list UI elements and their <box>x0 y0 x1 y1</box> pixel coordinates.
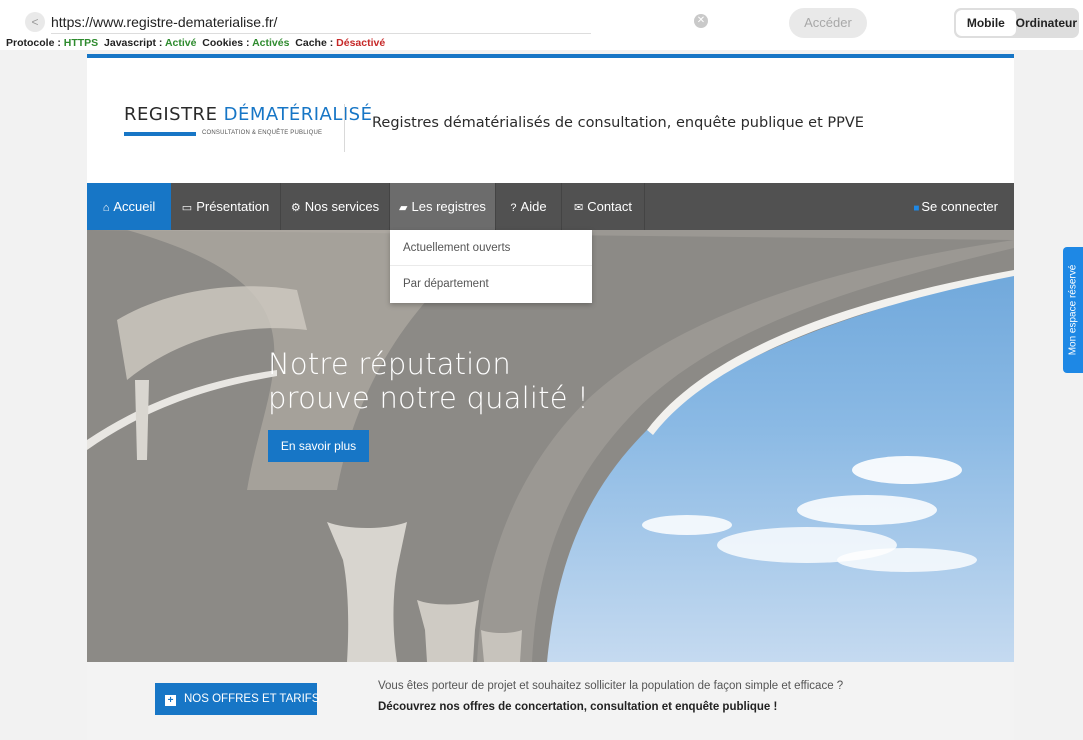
logo-text: REGISTRE DÉMATÉRIALISÉ <box>124 104 372 125</box>
dropdown-item-departement[interactable]: Par département <box>390 266 592 302</box>
header-divider <box>344 104 345 152</box>
login-link[interactable]: ■ Se connecter <box>913 183 998 230</box>
nav-item-contact[interactable]: ✉ Contact <box>562 183 645 230</box>
nav-item-accueil[interactable]: ⌂ Accueil <box>87 183 171 230</box>
home-icon: ⌂ <box>102 202 110 214</box>
nav-item-registres[interactable]: ▰ Les registres <box>390 183 496 230</box>
offers-band: + NOS OFFRES ET TARIFS Vous êtes porteur … <box>87 662 1014 740</box>
book-icon: ▰ <box>399 202 408 214</box>
hero-title-line1: Notre réputation <box>268 347 511 381</box>
offers-question: Vous êtes porteur de projet et souhaitez… <box>378 680 844 692</box>
nav-item-label: Présentation <box>196 199 270 214</box>
reserved-space-label: Mon espace réservé <box>1067 264 1079 356</box>
nav-item-label: Accueil <box>113 199 156 214</box>
go-button[interactable]: Accéder <box>789 8 867 38</box>
cookies-value: Activés <box>252 37 290 49</box>
offers-button[interactable]: + NOS OFFRES ET TARIFS <box>155 683 320 715</box>
browser-toolbar: < https://www.registre-dematerialise.fr/… <box>0 0 1083 50</box>
nav-item-label: Les registres <box>411 199 486 214</box>
chevron-left-icon: < <box>31 15 39 29</box>
site-title: Registres dématérialisés de consultation… <box>372 115 864 131</box>
close-icon: ✕ <box>696 15 706 26</box>
mode-desktop-button[interactable]: Ordinateur <box>1016 10 1077 36</box>
protocol-value: HTTPS <box>63 37 99 49</box>
offers-tagline: Découvrez nos offres de concertation, co… <box>378 701 778 713</box>
javascript-value: Activé <box>164 37 197 49</box>
registres-dropdown-menu: Actuellement ouverts Par département <box>390 230 592 303</box>
lock-icon: ■ <box>913 203 920 214</box>
clear-url-button[interactable]: ✕ <box>694 14 708 28</box>
monitor-icon: ▭ <box>181 202 193 214</box>
learn-more-button[interactable]: En savoir plus <box>268 430 369 462</box>
status-line: Protocole : HTTPS Javascript : Activé Co… <box>6 37 385 49</box>
url-underline <box>51 33 591 34</box>
back-button[interactable]: < <box>25 12 45 32</box>
top-accent-bar <box>87 54 1014 58</box>
nav-item-label: Aide <box>520 199 547 214</box>
nav-item-label: Nos services <box>304 199 380 214</box>
cookies-label: Cookies : <box>202 37 250 49</box>
nav-item-aide[interactable]: ? Aide <box>496 183 562 230</box>
protocol-label: Protocole : <box>6 37 61 49</box>
logo-main: REGISTRE <box>124 104 224 125</box>
nav-item-services[interactable]: ⚙ Nos services <box>281 183 390 230</box>
nav-item-label: Contact <box>587 199 633 214</box>
cache-value: Désactivé <box>336 37 386 49</box>
logo-subtitle: CONSULTATION & ENQUÊTE PUBLIQUE <box>202 130 323 136</box>
login-label: Se connecter <box>921 199 998 214</box>
nav-item-presentation[interactable]: ▭ Présentation <box>171 183 281 230</box>
hero-title: Notre réputation prouve notre qualité ! <box>268 347 589 415</box>
reserved-space-tab[interactable]: Mon espace réservé <box>1063 247 1083 373</box>
plus-square-icon: + <box>165 695 176 706</box>
url-input[interactable]: https://www.registre-dematerialise.fr/ <box>51 14 277 30</box>
cogs-icon: ⚙ <box>290 202 301 214</box>
hero-title-line2: prouve notre qualité ! <box>268 381 590 415</box>
cache-label: Cache : <box>295 37 334 49</box>
main-navbar: ⌂ Accueil ▭ Présentation ⚙ Nos services ▰ Le… <box>87 183 1014 230</box>
question-icon: ? <box>510 202 517 214</box>
mode-mobile-button[interactable]: Mobile <box>956 10 1016 36</box>
page-card: REGISTRE DÉMATÉRIALISÉ CONSULTATION & EN… <box>87 54 1014 740</box>
dropdown-item-ouverts[interactable]: Actuellement ouverts <box>390 230 592 266</box>
logo-bar <box>124 132 196 136</box>
site-logo[interactable]: REGISTRE DÉMATÉRIALISÉ CONSULTATION & EN… <box>124 104 372 154</box>
logo-accent: DÉMATÉRIALISÉ <box>223 104 373 125</box>
javascript-label: Javascript : <box>104 37 163 49</box>
offers-button-label: NOS OFFRES ET TARIFS <box>184 693 320 705</box>
view-mode-toggle: Mobile Ordinateur <box>954 8 1079 38</box>
envelope-icon: ✉ <box>573 202 584 214</box>
